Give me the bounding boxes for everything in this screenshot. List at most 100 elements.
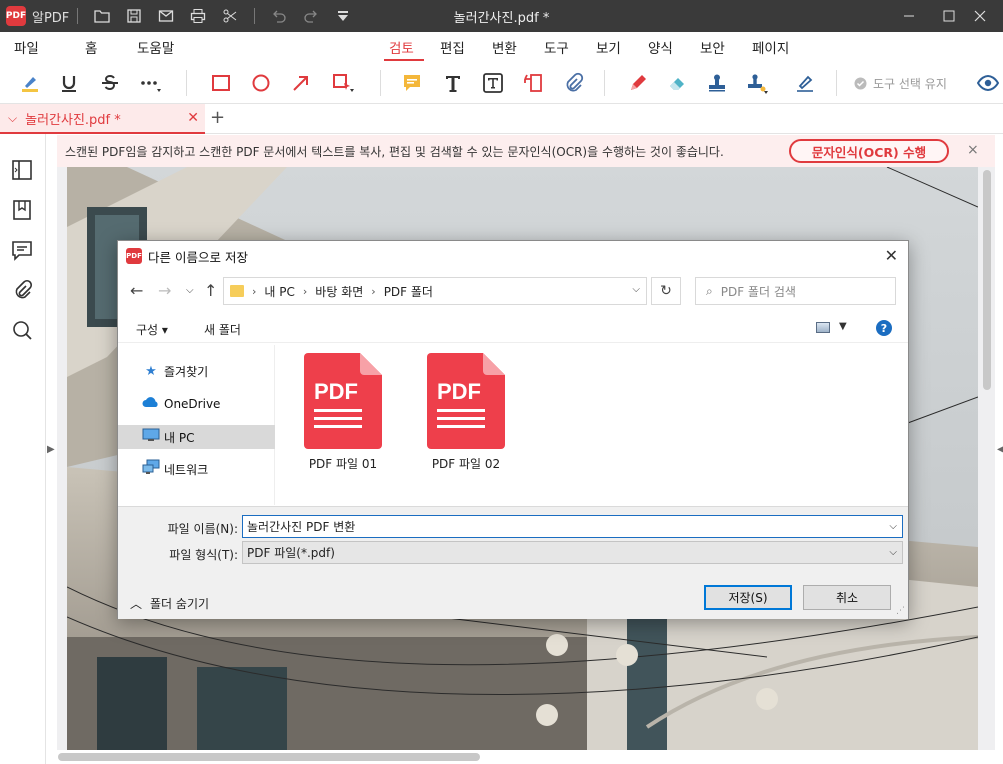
- filetype-dropdown-icon[interactable]: ⌵: [889, 547, 897, 558]
- chevron-right-icon[interactable]: ›: [252, 285, 256, 298]
- highlight-icon[interactable]: [16, 70, 44, 96]
- open-folder-icon[interactable]: [86, 0, 118, 32]
- cancel-button[interactable]: 취소: [803, 585, 891, 610]
- organize-button[interactable]: 구성 ▾: [136, 321, 168, 338]
- close-tab-icon[interactable]: ✕: [187, 110, 199, 126]
- horizontal-scrollbar[interactable]: [58, 753, 480, 761]
- text-icon[interactable]: [439, 70, 467, 96]
- chevron-right-icon[interactable]: ›: [371, 285, 375, 298]
- stamp-icon[interactable]: [703, 70, 731, 96]
- folder-search-input[interactable]: ⌕ PDF 폴더 검색: [695, 277, 896, 305]
- attachment-icon[interactable]: [559, 70, 587, 96]
- sticky-note-icon[interactable]: [398, 70, 426, 96]
- undo-icon[interactable]: [263, 0, 295, 32]
- app-logo-icon: PDF: [6, 6, 26, 26]
- new-folder-button[interactable]: 새 폴더: [204, 321, 241, 338]
- rectangle-icon[interactable]: [207, 70, 235, 96]
- chevron-right-icon[interactable]: ›: [303, 285, 307, 298]
- eye-icon[interactable]: [974, 70, 1002, 96]
- nav-item-onedrive[interactable]: OneDrive: [118, 392, 275, 416]
- menu-page[interactable]: 페이지: [752, 37, 789, 57]
- menu-home[interactable]: 홈: [85, 37, 97, 57]
- breadcrumb-pdf-folder[interactable]: PDF 폴더: [384, 283, 433, 300]
- dialog-command-bar: 구성 ▾ 새 폴더 ▼ ?: [118, 313, 908, 343]
- close-notice-icon[interactable]: ×: [967, 142, 979, 158]
- address-bar[interactable]: › 내 PC › 바탕 화면 › PDF 폴더 ⌵: [223, 277, 647, 305]
- more-markup-icon[interactable]: [136, 70, 164, 96]
- nav-item-this-pc[interactable]: 내 PC: [118, 425, 275, 449]
- filename-input[interactable]: 놀러간사진 PDF 변환 ⌵: [242, 515, 903, 538]
- breadcrumb-this-pc[interactable]: 내 PC: [264, 283, 294, 300]
- breadcrumb-desktop[interactable]: 바탕 화면: [315, 283, 363, 300]
- view-options-icon[interactable]: [816, 322, 830, 333]
- strikethrough-icon[interactable]: [96, 70, 124, 96]
- attachment-panel-icon[interactable]: [10, 278, 34, 302]
- recent-locations-chevron-icon[interactable]: ⌵: [186, 285, 194, 296]
- view-dropdown-icon[interactable]: ▼: [839, 321, 847, 332]
- panel-toggle-icon[interactable]: [10, 158, 34, 182]
- file-name: PDF 파일 01: [308, 457, 378, 471]
- menu-review[interactable]: 검토: [389, 37, 414, 57]
- bookmark-icon[interactable]: [10, 198, 34, 222]
- nav-item-network[interactable]: 네트워크: [118, 457, 275, 481]
- chevron-down-icon[interactable]: ⌵: [8, 111, 17, 126]
- nav-item-label: OneDrive: [164, 397, 221, 411]
- file-item[interactable]: PDF PDF 파일 02: [411, 353, 521, 472]
- filename-value: 놀러간사진 PDF 변환: [247, 520, 356, 534]
- comment-icon[interactable]: [10, 238, 34, 262]
- file-item[interactable]: PDF PDF 파일 01: [288, 353, 398, 472]
- pdf-file-icon: PDF: [427, 353, 505, 449]
- underline-icon[interactable]: [55, 70, 83, 96]
- vertical-scrollbar[interactable]: [983, 170, 991, 390]
- back-arrow-icon[interactable]: ←: [130, 281, 143, 300]
- print-icon[interactable]: [182, 0, 214, 32]
- pencil-icon[interactable]: [624, 70, 652, 96]
- arrow-icon[interactable]: [287, 70, 315, 96]
- ellipse-icon[interactable]: [247, 70, 275, 96]
- expand-panel-arrow-icon[interactable]: ▶: [47, 444, 55, 455]
- quick-access-dropdown-icon[interactable]: [327, 0, 359, 32]
- callout-icon[interactable]: [519, 70, 547, 96]
- menu-form[interactable]: 양식: [648, 37, 673, 57]
- forward-arrow-icon[interactable]: →: [158, 281, 171, 300]
- keep-tool-selected-toggle[interactable]: 도구 선택 유지: [854, 75, 947, 92]
- menu-view[interactable]: 보기: [596, 37, 621, 57]
- filename-label: 파일 이름(N):: [167, 522, 238, 536]
- menu-edit[interactable]: 편집: [440, 37, 465, 57]
- up-arrow-icon[interactable]: ↑: [204, 281, 217, 300]
- nav-item-favorites[interactable]: ★ 즐겨찾기: [118, 359, 275, 383]
- expand-right-panel-arrow-icon[interactable]: ◀: [997, 444, 1003, 455]
- stamp-dropdown-icon[interactable]: [743, 70, 771, 96]
- hide-folders-toggle[interactable]: ︿ 폴더 숨기기: [130, 595, 209, 612]
- toolbar-divider: [836, 70, 837, 96]
- add-tab-button[interactable]: +: [210, 107, 225, 128]
- save-icon[interactable]: [118, 0, 150, 32]
- menu-tools[interactable]: 도구: [544, 37, 569, 57]
- refresh-icon[interactable]: ↻: [651, 277, 681, 305]
- shape-dropdown-icon[interactable]: [329, 70, 357, 96]
- search-icon[interactable]: [10, 318, 34, 342]
- review-toolbar: 도구 선택 유지: [0, 62, 1003, 104]
- close-dialog-icon[interactable]: ✕: [885, 246, 898, 265]
- menu-bar: 파일 홈 도움말 검토 편집 변환 도구 보기 양식 보안 페이지: [0, 32, 1003, 62]
- save-as-dialog: PDF 다른 이름으로 저장 ✕ ← → ⌵ ↑ › 내 PC › 바탕 화면 …: [117, 240, 909, 619]
- menu-convert[interactable]: 변환: [492, 37, 517, 57]
- menu-help[interactable]: 도움말: [137, 37, 174, 57]
- redo-icon[interactable]: [295, 0, 327, 32]
- save-button[interactable]: 저장(S): [704, 585, 792, 610]
- help-icon[interactable]: ?: [876, 320, 892, 336]
- filename-dropdown-icon[interactable]: ⌵: [889, 521, 897, 532]
- signature-icon[interactable]: [791, 70, 819, 96]
- eraser-icon[interactable]: [664, 70, 692, 96]
- run-ocr-button[interactable]: 문자인식(OCR) 수행: [789, 139, 949, 163]
- close-window-button[interactable]: [957, 0, 1003, 32]
- address-dropdown-icon[interactable]: ⌵: [632, 284, 640, 295]
- textbox-icon[interactable]: [479, 70, 507, 96]
- mail-icon[interactable]: [150, 0, 182, 32]
- menu-file[interactable]: 파일: [14, 37, 39, 57]
- filetype-select[interactable]: PDF 파일(*.pdf) ⌵: [242, 541, 903, 564]
- resize-grip-icon[interactable]: ⋰: [896, 606, 905, 616]
- document-tab[interactable]: ⌵ 놀러간사진.pdf * ✕: [0, 104, 205, 134]
- scissors-icon[interactable]: [214, 0, 246, 32]
- menu-security[interactable]: 보안: [700, 37, 725, 57]
